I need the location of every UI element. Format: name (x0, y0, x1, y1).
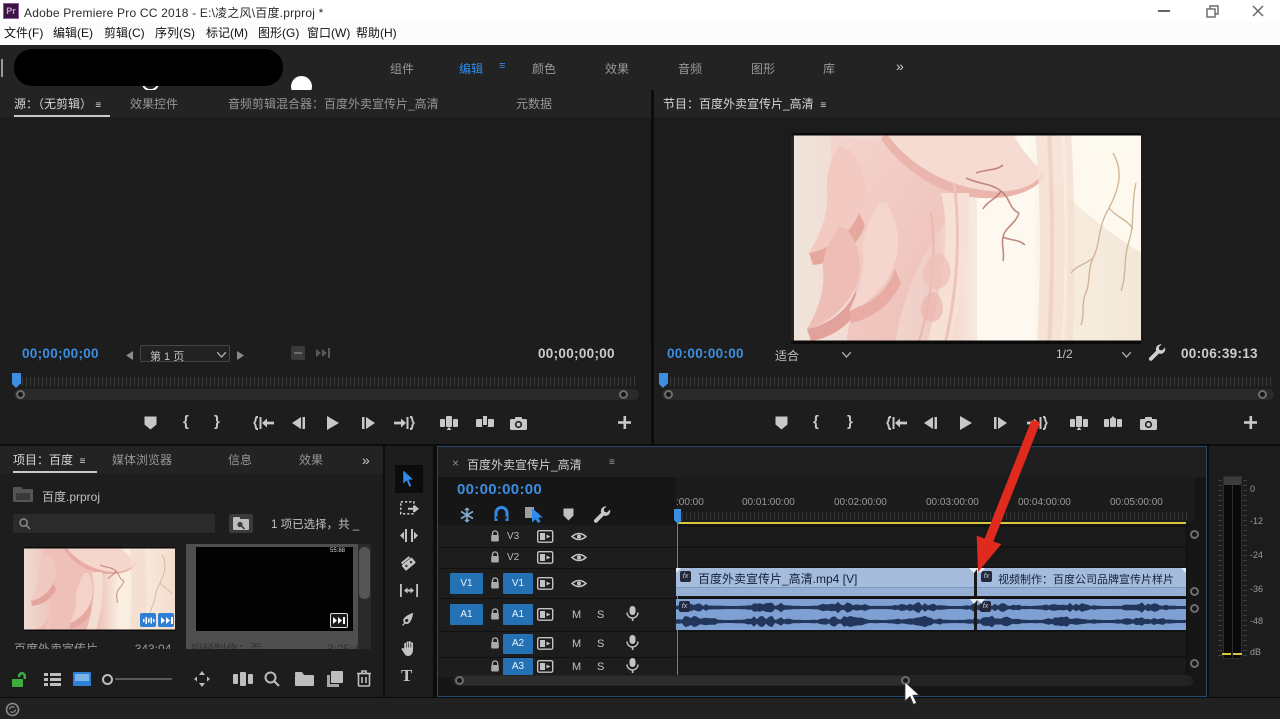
svg-text:V5UU3: V5UU3 (1101, 138, 1129, 148)
